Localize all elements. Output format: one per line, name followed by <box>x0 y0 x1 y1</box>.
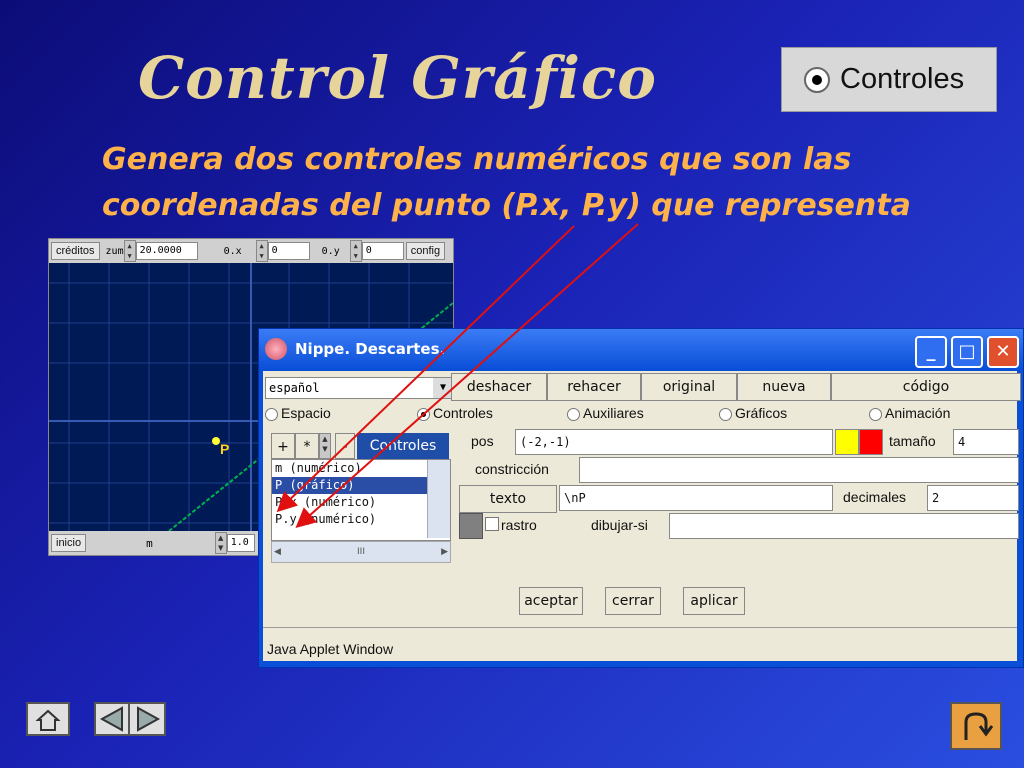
constraint-label: constricción <box>475 461 549 477</box>
tab-graficos[interactable]: Gráficos <box>719 405 787 421</box>
close-icon[interactable]: ✕ <box>987 336 1019 368</box>
decimals-label: decimales <box>843 489 907 505</box>
text-button[interactable]: texto <box>459 485 557 513</box>
start-button[interactable]: inicio <box>51 534 87 552</box>
tab-animacion[interactable]: Animación <box>869 405 950 421</box>
vertical-scrollbar[interactable] <box>427 460 450 538</box>
controls-list[interactable]: m (numérico) P (gráfico) P.x (numérico) … <box>271 459 451 541</box>
next-icon[interactable] <box>128 702 166 736</box>
text-field[interactable]: \nP <box>559 485 833 511</box>
draw-if-field[interactable] <box>669 513 1019 539</box>
ox-label: 0.x <box>223 245 242 257</box>
list-header: Controles <box>357 433 449 459</box>
add-button[interactable]: + <box>271 433 295 459</box>
draw-if-label: dibujar-si <box>591 517 648 533</box>
radio-icon <box>417 407 430 421</box>
zoom-label: zum <box>105 245 124 257</box>
close-button[interactable]: cerrar <box>605 587 661 615</box>
tab-espacio[interactable]: Espacio <box>265 405 331 421</box>
applet-top-bar: créditos zum ▲ ▼ 20.0000 0.x ▲ ▼ 0 0.y ▲ ▼ … <box>49 239 453 263</box>
scroll-thumb[interactable]: III <box>357 547 365 557</box>
ox-field[interactable]: 0 <box>267 242 310 260</box>
app-icon <box>265 338 287 360</box>
duplicate-button[interactable]: * <box>295 433 319 459</box>
badge-label: Controles <box>840 63 965 95</box>
scroll-left-icon[interactable]: ◀ <box>274 542 281 562</box>
home-icon[interactable] <box>26 702 70 736</box>
trace-label: rastro <box>501 517 537 533</box>
trace-color-swatch[interactable] <box>459 513 483 539</box>
m-label: m <box>146 536 153 550</box>
radio-icon <box>804 66 830 93</box>
return-icon[interactable] <box>950 702 1002 750</box>
ox-spinner[interactable]: ▲ ▼ <box>255 240 268 262</box>
window-body: español ▼ deshacer rehacer original nuev… <box>263 371 1021 661</box>
color-yellow-swatch[interactable] <box>835 429 859 455</box>
window-titlebar[interactable]: Nippe. Descartes. _ □ ✕ <box>259 329 1023 369</box>
point-p[interactable] <box>212 437 220 445</box>
decimals-field[interactable]: 2 <box>927 485 1019 511</box>
size-field[interactable]: 4 <box>953 429 1019 455</box>
list-item[interactable]: P.x (numérico) <box>272 494 450 511</box>
code-button[interactable]: código <box>831 373 1021 401</box>
size-label: tamaño <box>889 433 936 449</box>
controles-badge: Controles <box>781 47 997 112</box>
language-select[interactable]: español ▼ <box>265 377 454 399</box>
original-button[interactable]: original <box>641 373 737 401</box>
status-label: Java Applet Window <box>267 641 394 657</box>
oy-field[interactable]: 0 <box>361 242 404 260</box>
m-spinner[interactable]: ▲ ▼ <box>214 532 227 554</box>
pos-label: pos <box>471 433 494 449</box>
radio-icon <box>869 407 882 421</box>
point-label: P <box>220 441 230 457</box>
minimize-icon[interactable]: _ <box>915 336 947 368</box>
language-value: español <box>269 381 320 395</box>
radio-icon <box>719 407 732 421</box>
apply-button[interactable]: aplicar <box>683 587 745 615</box>
remove-button[interactable]: - <box>335 433 355 459</box>
slide-subtitle: Genera dos controles numéricos que son l… <box>102 142 911 223</box>
redo-button[interactable]: rehacer <box>547 373 641 401</box>
nippe-window: Nippe. Descartes. _ □ ✕ español ▼ deshac… <box>258 328 1024 668</box>
tab-controles[interactable]: Controles <box>417 405 493 421</box>
new-button[interactable]: nueva <box>737 373 831 401</box>
list-item[interactable]: P (gráfico) <box>272 477 450 494</box>
prev-icon[interactable] <box>94 702 132 736</box>
undo-button[interactable]: deshacer <box>451 373 547 401</box>
config-button[interactable]: config <box>405 242 446 260</box>
chevron-down-icon[interactable]: ▼ <box>433 378 453 398</box>
oy-spinner[interactable]: ▲ ▼ <box>349 240 362 262</box>
window-title: Nippe. Descartes. <box>295 340 446 358</box>
list-item[interactable]: P.y (numérico) <box>272 511 450 528</box>
list-item[interactable]: m (numérico) <box>272 460 450 477</box>
radio-icon <box>567 407 580 421</box>
accept-button[interactable]: aceptar <box>519 587 583 615</box>
constraint-field[interactable] <box>579 457 1019 483</box>
scroll-right-icon[interactable]: ▶ <box>441 542 448 562</box>
slide-title: Control Gráfico <box>138 44 657 112</box>
order-spinner[interactable]: ▲ ▼ <box>319 433 331 459</box>
radio-icon <box>265 407 278 421</box>
zoom-spinner[interactable]: ▲ ▼ <box>123 240 136 262</box>
zoom-field[interactable]: 20.0000 <box>135 242 198 260</box>
color-red-swatch[interactable] <box>859 429 883 455</box>
pos-field[interactable]: (-2,-1) <box>515 429 833 455</box>
horizontal-scrollbar[interactable]: ◀ III ▶ <box>271 541 451 563</box>
divider <box>263 627 1017 628</box>
credits-button[interactable]: créditos <box>51 242 100 260</box>
oy-label: 0.y <box>321 245 340 257</box>
trace-checkbox[interactable] <box>485 517 499 531</box>
m-field[interactable]: 1.0 <box>226 534 255 552</box>
tab-auxiliares[interactable]: Auxiliares <box>567 405 644 421</box>
maximize-icon[interactable]: □ <box>951 336 983 368</box>
